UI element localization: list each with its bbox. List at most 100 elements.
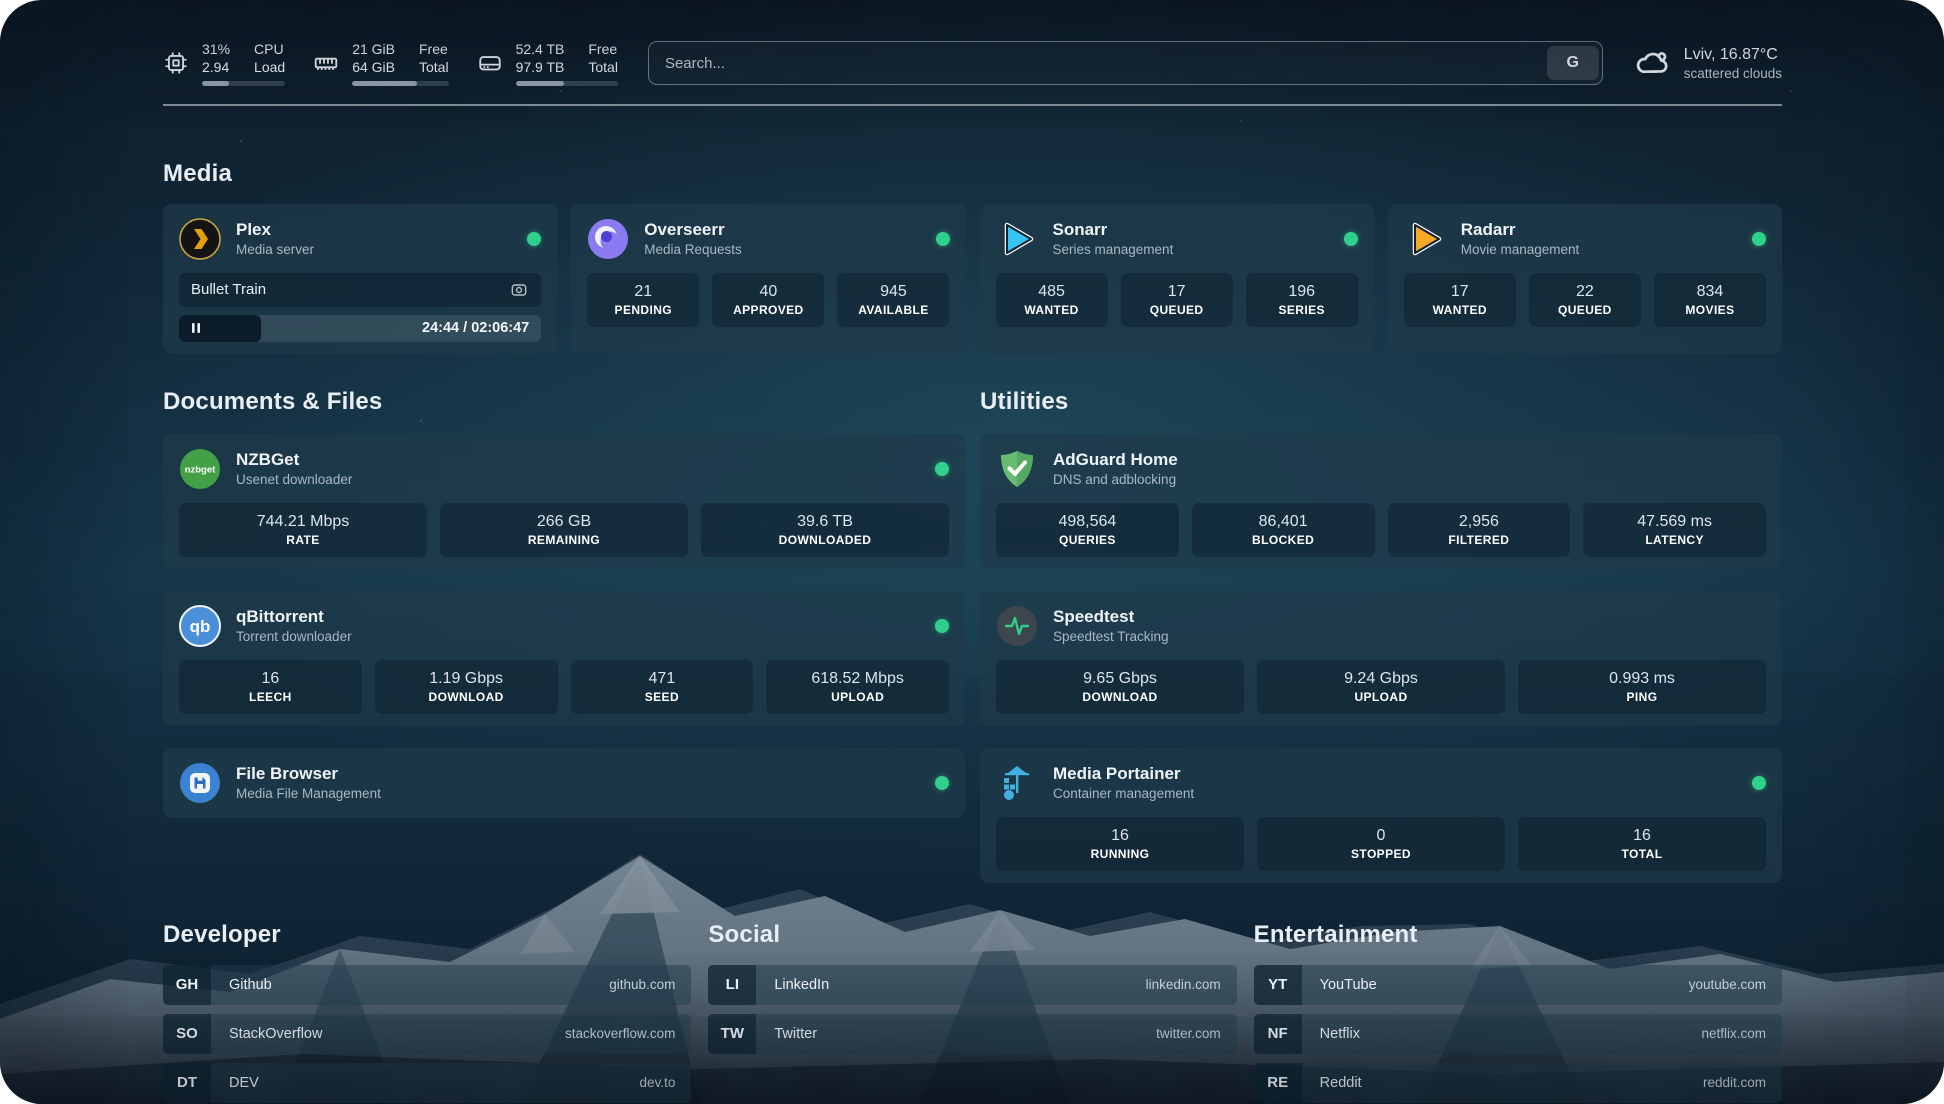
stat-download: 9.65 Gbps DOWNLOAD: [996, 660, 1244, 714]
stat-pending: 21 PENDING: [587, 273, 699, 327]
search-input[interactable]: [649, 55, 1547, 72]
stat-total: 16 TOTAL: [1518, 817, 1766, 871]
service-name: Speedtest: [1053, 606, 1766, 628]
bookmark-abbr: SO: [163, 1014, 211, 1054]
cpu-usage-value: 31%: [202, 40, 230, 58]
service-card-speedtest[interactable]: Speedtest Speedtest Tracking 9.65 Gbps D…: [980, 591, 1782, 726]
service-card-sonarr[interactable]: Sonarr Series management 485 WANTED 17 Q…: [980, 204, 1374, 354]
bookmark-abbr: RE: [1254, 1063, 1302, 1103]
pause-icon[interactable]: [190, 322, 202, 334]
overseerr-icon: [587, 218, 629, 260]
bookmark-stackoverflow[interactable]: SO StackOverflow stackoverflow.com: [163, 1014, 691, 1054]
documents-column: Documents & Files nzbget: [163, 388, 965, 883]
service-name: Radarr: [1461, 219, 1737, 241]
media-type-icon: [509, 280, 529, 300]
now-playing-title: Bullet Train: [191, 281, 509, 298]
service-name: Plex: [236, 219, 512, 241]
search-provider-button[interactable]: G: [1547, 46, 1599, 80]
service-card-nzbget[interactable]: nzbget NZBGet Usenet downloader 74: [163, 434, 965, 569]
resource-widget-disk: 52.4 TB 97.9 TB Free Total: [477, 40, 618, 86]
stat-latency: 47.569 ms LATENCY: [1583, 503, 1766, 557]
bookmark-reddit[interactable]: RE Reddit reddit.com: [1254, 1063, 1782, 1103]
service-card-overseerr[interactable]: Overseerr Media Requests 21 PENDING 40 A…: [571, 204, 965, 354]
bookmark-abbr: DT: [163, 1063, 211, 1103]
memory-free-value: 21 GiB: [352, 40, 395, 58]
section-title-media: Media: [163, 160, 1782, 188]
stat-wanted: 485 WANTED: [996, 273, 1108, 327]
service-card-adguard[interactable]: AdGuard Home DNS and adblocking 498,564 …: [980, 434, 1782, 569]
status-online-dot: [935, 619, 949, 633]
status-online-dot: [527, 232, 541, 246]
cpu-usage-bar: [202, 81, 285, 86]
stat-available: 945 AVAILABLE: [837, 273, 949, 327]
stat-movies: 834 MOVIES: [1654, 273, 1766, 327]
service-card-filebrowser[interactable]: File Browser Media File Management: [163, 748, 965, 818]
service-card-portainer[interactable]: Media Portainer Container management 16 …: [980, 748, 1782, 883]
bookmark-twitter[interactable]: TW Twitter twitter.com: [708, 1014, 1236, 1054]
cpu-icon: [163, 50, 189, 76]
stat-download: 1.19 Gbps DOWNLOAD: [375, 660, 558, 714]
utilities-column: Utilities: [980, 388, 1782, 883]
stat-ping: 0.993 ms PING: [1518, 660, 1766, 714]
bookmark-linkedin[interactable]: LI LinkedIn linkedin.com: [708, 965, 1236, 1005]
service-description: Series management: [1053, 241, 1329, 259]
status-online-dot: [1752, 232, 1766, 246]
status-online-dot: [935, 462, 949, 476]
bookmark-name: Github: [211, 977, 609, 993]
stat-upload: 9.24 Gbps UPLOAD: [1257, 660, 1505, 714]
bookmark-name: Reddit: [1302, 1075, 1703, 1091]
bookmark-name: Twitter: [756, 1026, 1156, 1042]
bookmark-netflix[interactable]: NF Netflix netflix.com: [1254, 1014, 1782, 1054]
bookmark-github[interactable]: GH Github github.com: [163, 965, 691, 1005]
disk-usage-bar: [516, 81, 618, 86]
stat-remaining: 266 GB REMAINING: [440, 503, 688, 557]
service-description: Media Requests: [644, 241, 920, 259]
stat-downloaded: 39.6 TB DOWNLOADED: [701, 503, 949, 557]
memory-free-label: Free: [419, 40, 449, 58]
plex-now-playing-row: Bullet Train: [179, 273, 541, 307]
adguard-icon: [996, 448, 1038, 490]
media-cards: Plex Media server Bullet Train: [163, 204, 1782, 354]
bookmark-youtube[interactable]: YT YouTube youtube.com: [1254, 965, 1782, 1005]
service-card-plex[interactable]: Plex Media server Bullet Train: [163, 204, 557, 354]
qbittorrent-icon: qb: [179, 605, 221, 647]
memory-total-value: 64 GiB: [352, 58, 395, 76]
service-description: Media File Management: [236, 785, 920, 803]
stat-queued: 17 QUEUED: [1121, 273, 1233, 327]
bookmark-url: stackoverflow.com: [565, 1026, 691, 1041]
bookmark-dev[interactable]: DT DEV dev.to: [163, 1063, 691, 1103]
disk-icon: [477, 50, 503, 76]
stat-wanted: 17 WANTED: [1404, 273, 1516, 327]
disk-total-label: Total: [588, 58, 618, 76]
bookmark-url: linkedin.com: [1146, 977, 1237, 992]
nzbget-icon: nzbget: [179, 448, 221, 490]
snow-specks: [0, 0, 2, 2]
service-card-radarr[interactable]: Radarr Movie management 17 WANTED 22 QUE…: [1388, 204, 1782, 354]
resource-widgets: 31% 2.94 CPU Load: [163, 40, 618, 86]
bookmark-abbr: NF: [1254, 1014, 1302, 1054]
disk-free-value: 52.4 TB: [516, 40, 565, 58]
disk-free-label: Free: [588, 40, 618, 58]
disk-total-value: 97.9 TB: [516, 58, 565, 76]
status-online-dot: [936, 232, 950, 246]
bookmark-abbr: GH: [163, 965, 211, 1005]
plex-progress-fill: [179, 315, 261, 342]
section-title-utilities: Utilities: [980, 388, 1782, 416]
cpu-usage-label: CPU: [254, 40, 285, 58]
service-description: Media server: [236, 241, 512, 259]
plex-progress-bar: 24:44 / 02:06:47: [179, 315, 541, 342]
search-bar: G: [648, 41, 1603, 85]
plex-time-display: 24:44 / 02:06:47: [422, 320, 541, 336]
cpu-usage-bar-fill: [202, 81, 229, 86]
bookmark-group-social: Social LI LinkedIn linkedin.com TW Twitt…: [708, 921, 1236, 1103]
cloud-icon: [1633, 44, 1671, 82]
service-card-qbittorrent[interactable]: qb qBittorrent Torrent downloader: [163, 591, 965, 726]
cpu-load-label: Load: [254, 58, 285, 76]
service-description: Container management: [1053, 785, 1737, 803]
service-description: Movie management: [1461, 241, 1737, 259]
service-name: Overseerr: [644, 219, 920, 241]
bookmark-name: YouTube: [1302, 977, 1689, 993]
stat-running: 16 RUNNING: [996, 817, 1244, 871]
bookmark-name: Netflix: [1302, 1026, 1702, 1042]
portainer-icon: [996, 762, 1038, 804]
